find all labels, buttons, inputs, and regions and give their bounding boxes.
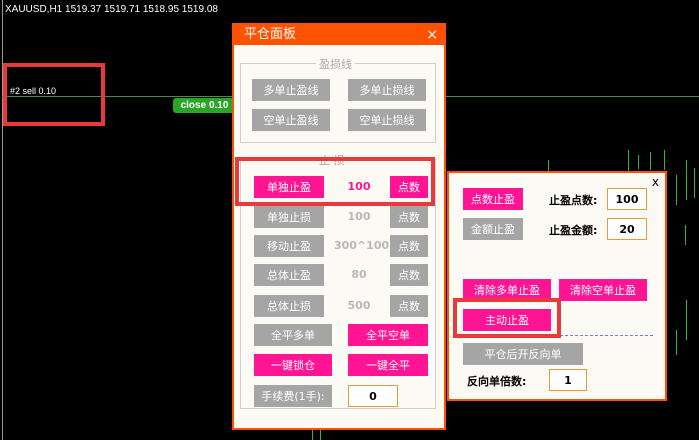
chart-header: XAUUSD,H1 1519.37 1519.71 1518.95 1519.0… bbox=[5, 4, 218, 15]
amount-tp-button[interactable]: 金额止盈 bbox=[463, 218, 523, 240]
trailing-tp-value: 300^100 bbox=[334, 239, 390, 252]
multiplier-input[interactable]: 1 bbox=[549, 369, 587, 391]
single-sl-value: 100 bbox=[347, 210, 371, 223]
tp-amount-label: 止盈金额: bbox=[549, 224, 598, 237]
fee-label: 手续费(1手): bbox=[254, 385, 332, 407]
close-all-long-button[interactable]: 全平多单 bbox=[254, 324, 332, 346]
fee-input[interactable]: 0 bbox=[348, 385, 398, 407]
total-sl-points-button[interactable]: 点数 bbox=[390, 295, 428, 317]
candle bbox=[676, 175, 677, 205]
total-tp-button[interactable]: 总体止盈 bbox=[254, 264, 324, 286]
candle bbox=[312, 430, 313, 440]
close-order-tag[interactable]: close 0.10 bbox=[173, 98, 236, 113]
candle bbox=[685, 225, 686, 245]
candle bbox=[638, 155, 639, 169]
panel-title: 平仓面板 bbox=[234, 25, 444, 45]
highlight-active-tp bbox=[453, 298, 561, 338]
short-tp-line-button[interactable]: 空单止盈线 bbox=[252, 109, 330, 131]
candle bbox=[628, 150, 629, 172]
close-icon[interactable]: × bbox=[426, 25, 438, 45]
tp-settings-panel: x 点数止盈 止盈点数: 100 金额止盈 止盈金额: 20 清除多单止盈 清除… bbox=[447, 171, 667, 401]
group-title: 盈损线 bbox=[316, 56, 355, 72]
highlight-order-label bbox=[3, 63, 105, 126]
close-icon[interactable]: x bbox=[652, 175, 659, 189]
tp-amount-input[interactable]: 20 bbox=[607, 218, 647, 240]
candle bbox=[686, 160, 687, 200]
candle bbox=[686, 300, 687, 340]
tp-points-label: 止盈点数: bbox=[549, 194, 598, 207]
single-sl-button[interactable]: 单独止损 bbox=[254, 206, 324, 228]
total-tp-points-button[interactable]: 点数 bbox=[390, 264, 428, 286]
multiplier-label: 反向单倍数: bbox=[467, 375, 527, 388]
candle bbox=[650, 152, 651, 170]
candle bbox=[676, 330, 677, 355]
reverse-after-close-button[interactable]: 平仓后开反向单 bbox=[463, 343, 583, 365]
trailing-tp-button[interactable]: 移动止盈 bbox=[254, 235, 324, 257]
long-tp-line-button[interactable]: 多单止盈线 bbox=[252, 79, 330, 101]
candle bbox=[694, 168, 695, 198]
group-stop-lines bbox=[240, 63, 436, 143]
points-tp-button[interactable]: 点数止盈 bbox=[463, 188, 523, 210]
total-tp-value: 80 bbox=[351, 268, 367, 281]
long-sl-line-button[interactable]: 多单止损线 bbox=[348, 79, 426, 101]
highlight-single-tp-row bbox=[235, 157, 435, 206]
candle bbox=[664, 150, 665, 170]
close-panel: 平仓面板 × 盈损线 多单止盈线 多单止损线 空单止盈线 空单止损线 止 损 单… bbox=[232, 23, 446, 430]
short-sl-line-button[interactable]: 空单止损线 bbox=[348, 109, 426, 131]
total-sl-button[interactable]: 总体止损 bbox=[254, 295, 324, 317]
clear-short-tp-button[interactable]: 清除空单止盈 bbox=[559, 279, 647, 301]
separator-line bbox=[555, 335, 653, 336]
total-sl-value: 500 bbox=[347, 299, 371, 312]
close-all-short-button[interactable]: 全平空单 bbox=[348, 324, 428, 346]
close-all-button[interactable]: 一键全平 bbox=[348, 354, 428, 376]
lock-positions-button[interactable]: 一键锁仓 bbox=[254, 354, 332, 376]
single-sl-points-button[interactable]: 点数 bbox=[390, 206, 428, 228]
tp-points-input[interactable]: 100 bbox=[607, 188, 647, 210]
trailing-tp-points-button[interactable]: 点数 bbox=[390, 235, 428, 257]
order-price-line-right bbox=[446, 96, 699, 97]
